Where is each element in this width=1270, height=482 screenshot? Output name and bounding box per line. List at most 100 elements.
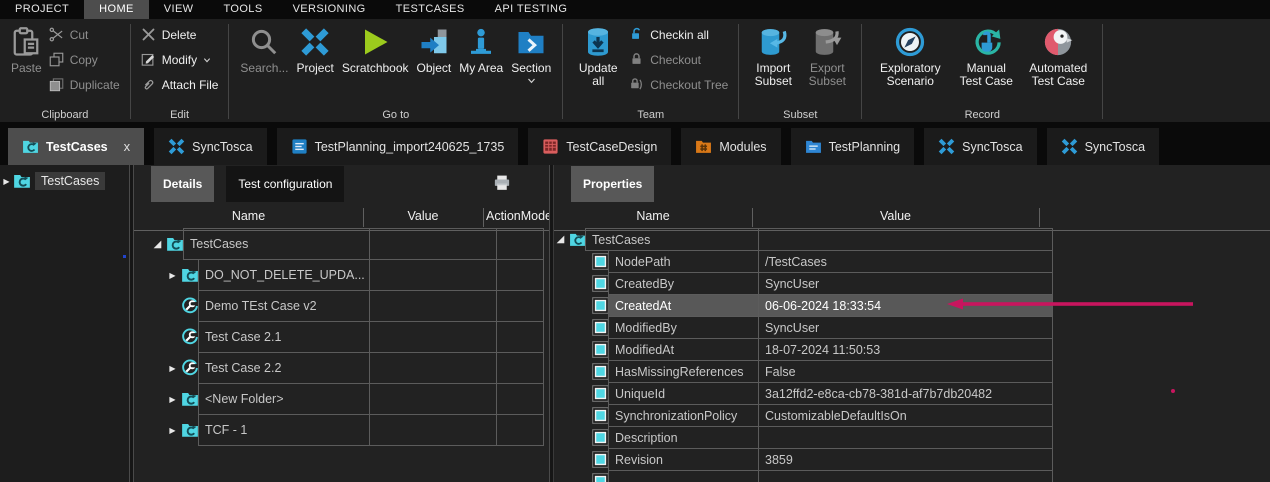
action-cell[interactable] — [496, 321, 544, 353]
property-value-cell[interactable] — [758, 426, 1053, 449]
property-value-cell[interactable]: False — [758, 360, 1053, 383]
my-area-button[interactable]: My Area — [455, 21, 507, 76]
property-row[interactable]: Revision3859 — [554, 448, 1053, 471]
project-button[interactable]: Project — [292, 21, 337, 76]
tab-synctosca[interactable]: SyncTosca — [154, 128, 266, 165]
tab-synctosca[interactable]: SyncTosca — [924, 128, 1036, 165]
expander-expanded-icon[interactable]: ◢ — [151, 239, 164, 250]
tree-row[interactable]: ▶TCF - 1 — [134, 414, 544, 446]
name-cell[interactable]: Test Case 2.1 — [198, 321, 370, 353]
checkin-all-button[interactable]: Checkin all — [626, 25, 731, 44]
value-cell[interactable] — [369, 352, 497, 384]
property-value-cell[interactable]: CustomizableDefaultIsOn — [758, 404, 1053, 427]
close-icon[interactable]: x — [124, 139, 131, 154]
expander-expanded-icon[interactable]: ◢ — [554, 234, 567, 245]
property-name-cell[interactable]: UniqueId — [608, 382, 759, 405]
name-cell[interactable]: <New Folder> — [198, 383, 370, 415]
expander-collapsed-icon[interactable]: ▶ — [0, 177, 13, 186]
property-value-cell[interactable]: 3a12ffd2-e8ca-cb78-381d-af7b7db20482 — [758, 382, 1053, 405]
delete-button[interactable]: Delete — [138, 25, 222, 44]
tree-row[interactable]: ▶ Test Case 2.2 — [134, 352, 544, 384]
property-name-cell[interactable]: Description — [608, 426, 759, 449]
property-value-cell[interactable]: /TestCases — [758, 250, 1053, 273]
sidebar-item-testcases[interactable]: ▶TestCases — [0, 170, 129, 192]
property-row[interactable]: ModifiedAt18-07-2024 11:50:53 — [554, 338, 1053, 361]
manual-test-case-button[interactable]: Manual Test Case — [951, 21, 1021, 89]
tab-testplanning-import240625-1735[interactable]: TestPlanning_import240625_1735 — [277, 128, 519, 165]
value-cell[interactable] — [758, 228, 1053, 251]
tab-testcases[interactable]: TestCasesx — [8, 128, 144, 165]
value-cell[interactable] — [369, 259, 497, 291]
value-cell[interactable] — [369, 290, 497, 322]
value-cell[interactable] — [369, 383, 497, 415]
property-name-cell[interactable]: NodePath — [608, 250, 759, 273]
column-divider[interactable] — [1039, 208, 1040, 227]
tab-properties[interactable]: Properties — [571, 166, 654, 202]
action-cell[interactable] — [496, 352, 544, 384]
name-cell[interactable]: Test Case 2.2 — [198, 352, 370, 384]
expander-collapsed-icon[interactable]: ▶ — [166, 426, 179, 435]
property-row[interactable]: SynchronizationPolicyCustomizableDefault… — [554, 404, 1053, 427]
name-cell[interactable]: Demo TEst Case v2 — [198, 290, 370, 322]
tree-row[interactable]: ▶ <New Folder> — [134, 383, 544, 415]
column-divider[interactable] — [752, 208, 753, 227]
action-cell[interactable] — [496, 228, 544, 260]
property-name-cell[interactable]: CreatedBy — [608, 272, 759, 295]
value-cell[interactable] — [369, 321, 497, 353]
import-subset-button[interactable]: Import Subset — [746, 21, 800, 89]
property-row[interactable]: HasMissingReferencesFalse — [554, 360, 1053, 383]
exploratory-scenario-button[interactable]: Exploratory Scenario — [869, 21, 951, 89]
property-name-cell[interactable]: ModifiedAt — [608, 338, 759, 361]
tree-row[interactable]: ◢ TestCases — [134, 228, 544, 260]
column-divider[interactable] — [483, 208, 484, 227]
object-button[interactable]: Object — [413, 21, 456, 76]
tab-details[interactable]: Details — [151, 166, 214, 202]
action-cell[interactable] — [496, 414, 544, 446]
menu-item-api-testing[interactable]: API TESTING — [480, 0, 583, 19]
name-cell[interactable]: TestCases — [183, 228, 370, 260]
action-cell[interactable] — [496, 259, 544, 291]
tree-row[interactable]: ◢ TestCases — [554, 228, 1053, 251]
tab-synctosca[interactable]: SyncTosca — [1047, 128, 1159, 165]
print-icon[interactable] — [492, 174, 512, 193]
tab-modules[interactable]: Modules — [681, 128, 780, 165]
name-cell[interactable]: DO_NOT_DELETE_UPDA... — [198, 259, 370, 291]
update-all-button[interactable]: Update all — [570, 21, 626, 89]
tree-row[interactable]: ▶ DO_NOT_DELETE_UPDA... — [134, 259, 544, 291]
property-value-cell[interactable]: 18-07-2024 11:50:53 — [758, 338, 1053, 361]
menu-item-versioning[interactable]: VERSIONING — [278, 0, 381, 19]
tab-test-configuration[interactable]: Test configuration — [226, 166, 344, 202]
attach-file-button[interactable]: Attach File — [138, 75, 222, 94]
menu-item-testcases[interactable]: TESTCASES — [381, 0, 480, 19]
action-cell[interactable] — [496, 290, 544, 322]
property-row[interactable] — [554, 470, 1053, 482]
section-button[interactable]: Section — [507, 21, 555, 86]
expander-collapsed-icon[interactable]: ▶ — [166, 271, 179, 280]
action-cell[interactable] — [496, 383, 544, 415]
property-row[interactable]: NodePath/TestCases — [554, 250, 1053, 273]
expander-collapsed-icon[interactable]: ▶ — [166, 395, 179, 404]
property-value-cell[interactable]: SyncUser — [758, 272, 1053, 295]
scratchbook-button[interactable]: Scratchbook — [338, 21, 413, 76]
property-row[interactable]: UniqueId3a12ffd2-e8ca-cb78-381d-af7b7db2… — [554, 382, 1053, 405]
menu-item-tools[interactable]: TOOLS — [208, 0, 277, 19]
modify-button[interactable]: Modify — [138, 50, 222, 69]
name-cell[interactable]: TestCases — [585, 228, 759, 251]
value-cell[interactable] — [369, 228, 497, 260]
property-row[interactable]: ModifiedBySyncUser — [554, 316, 1053, 339]
property-name-cell[interactable]: HasMissingReferences — [608, 360, 759, 383]
property-name-cell[interactable]: CreatedAt — [608, 294, 759, 317]
property-value-cell[interactable] — [758, 470, 1053, 482]
property-row[interactable]: Description — [554, 426, 1053, 449]
property-row[interactable]: CreatedBySyncUser — [554, 272, 1053, 295]
tab-testcasedesign[interactable]: TestCaseDesign — [528, 128, 671, 165]
expander-collapsed-icon[interactable]: ▶ — [166, 364, 179, 373]
property-name-cell[interactable] — [608, 470, 759, 482]
menu-item-home[interactable]: HOME — [84, 0, 149, 19]
menu-item-view[interactable]: VIEW — [149, 0, 209, 19]
property-name-cell[interactable]: Revision — [608, 448, 759, 471]
tree-row[interactable]: Test Case 2.1 — [134, 321, 544, 353]
automated-test-case-button[interactable]: Automated Test Case — [1021, 21, 1095, 89]
property-value-cell[interactable]: SyncUser — [758, 316, 1053, 339]
property-value-cell[interactable]: 3859 — [758, 448, 1053, 471]
